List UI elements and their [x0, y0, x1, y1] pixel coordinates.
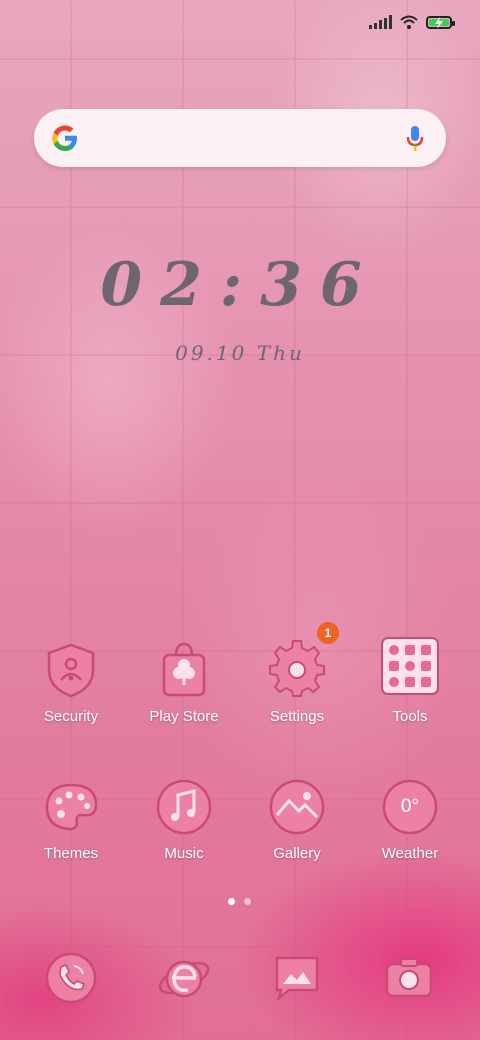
- app-weather[interactable]: 0° Weather: [355, 777, 465, 862]
- status-bar: [369, 10, 455, 34]
- app-label: Themes: [43, 845, 99, 862]
- search-input[interactable]: [94, 119, 388, 159]
- app-music[interactable]: Music: [129, 777, 239, 862]
- page-dot[interactable]: [244, 898, 251, 905]
- wifi-icon: [400, 15, 418, 29]
- gallery-icon: [267, 777, 327, 837]
- dock-camera[interactable]: [381, 950, 437, 1006]
- app-label: Tools: [392, 708, 428, 725]
- dock-messages[interactable]: [269, 950, 325, 1006]
- camera-icon: [385, 958, 433, 998]
- clock-time[interactable]: 02:36: [0, 250, 480, 320]
- app-label: Security: [43, 708, 99, 725]
- app-security[interactable]: Security: [16, 640, 126, 725]
- notification-badge: 1: [317, 622, 339, 644]
- google-search-bar[interactable]: [34, 109, 446, 167]
- weather-temperature: 0°: [400, 796, 420, 817]
- app-label: Weather: [381, 845, 439, 862]
- battery-charging-icon: [426, 15, 455, 29]
- app-gallery[interactable]: Gallery: [242, 777, 352, 862]
- phone-icon: [45, 952, 97, 1004]
- app-play-store[interactable]: Play Store: [129, 640, 239, 725]
- shield-icon: [41, 640, 101, 700]
- dock-browser[interactable]: [156, 950, 212, 1006]
- weather-icon: 0°: [380, 777, 440, 837]
- signal-icon: [369, 15, 392, 29]
- app-label: Play Store: [149, 708, 219, 725]
- app-tools[interactable]: Tools: [355, 636, 465, 725]
- app-label: Settings: [269, 708, 325, 725]
- dock-phone[interactable]: [43, 950, 99, 1006]
- shopping-bag-icon: [154, 640, 214, 700]
- palette-icon: [41, 777, 101, 837]
- gear-icon: [267, 640, 327, 700]
- google-logo-icon[interactable]: [50, 123, 80, 153]
- app-label: Music: [164, 845, 204, 862]
- clock-date[interactable]: 09.10 Thu: [0, 341, 480, 365]
- microphone-icon[interactable]: [406, 125, 424, 153]
- app-themes[interactable]: Themes: [16, 777, 126, 862]
- app-settings[interactable]: Settings: [242, 640, 352, 725]
- tools-grid-icon: [380, 636, 440, 696]
- music-note-icon: [154, 777, 214, 837]
- browser-icon: [158, 960, 210, 998]
- messages-icon: [275, 956, 319, 1002]
- app-label: Gallery: [273, 845, 321, 862]
- page-dot-active[interactable]: [228, 898, 235, 905]
- page-indicator: [228, 898, 251, 905]
